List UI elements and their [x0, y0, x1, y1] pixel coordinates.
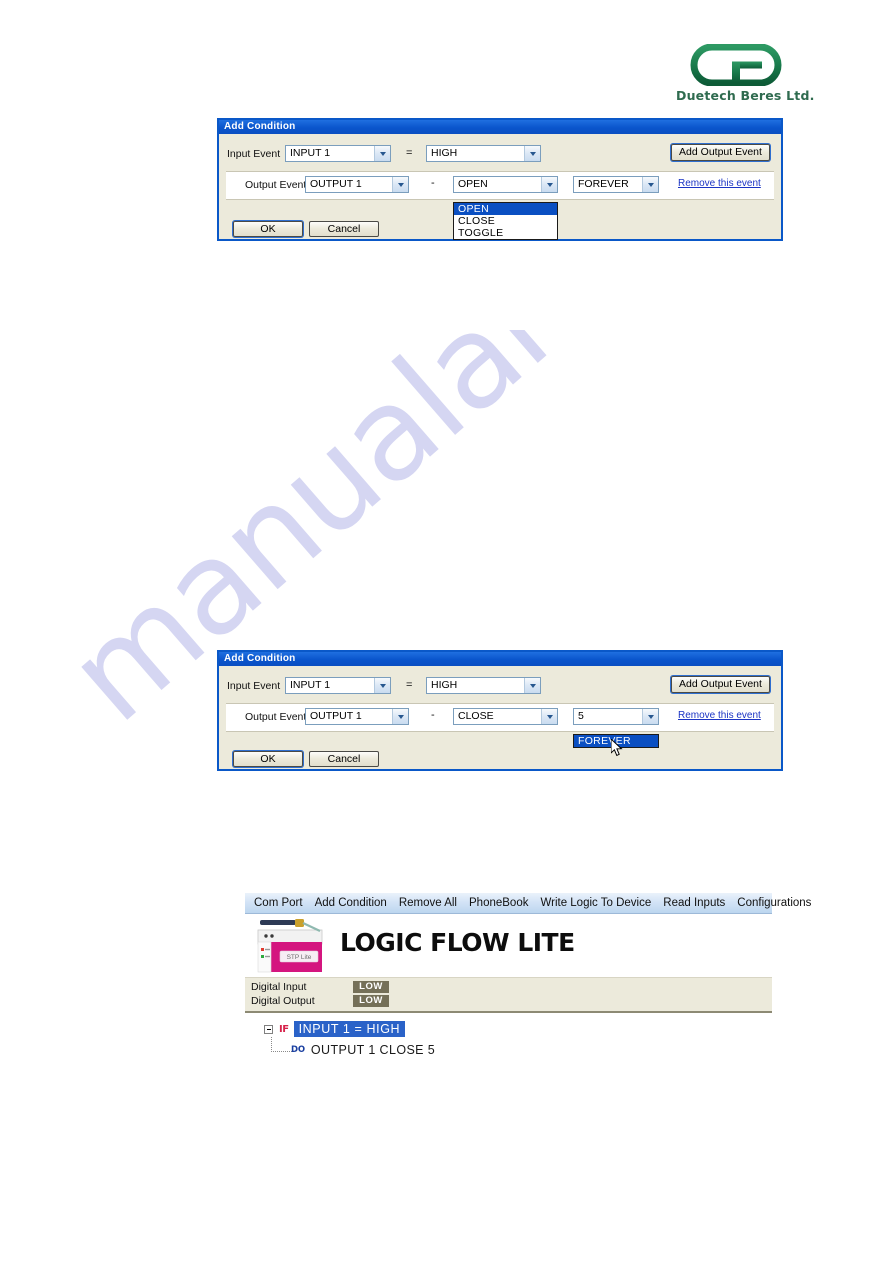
- cancel-button[interactable]: Cancel: [309, 751, 379, 767]
- tree-connector-line: [271, 1037, 292, 1052]
- ok-button[interactable]: OK: [233, 221, 303, 237]
- svg-text:STP Lite: STP Lite: [287, 954, 312, 961]
- ok-button[interactable]: OK: [233, 751, 303, 767]
- chevron-down-icon[interactable]: [374, 678, 390, 693]
- output-duration-combo[interactable]: FOREVER: [573, 176, 659, 193]
- tree-node-if[interactable]: IF INPUT 1 = HIGH: [264, 1021, 406, 1037]
- tree-node-do-label: OUTPUT 1 CLOSE 5: [310, 1043, 436, 1057]
- digital-output-status-badge: LOW: [353, 995, 389, 1007]
- dropdown-option-toggle[interactable]: TOGGLE: [454, 227, 557, 239]
- remove-this-event-link[interactable]: Remove this event: [678, 710, 761, 721]
- output-separator: -: [431, 709, 435, 721]
- dialog-titlebar: Add Condition: [219, 120, 781, 134]
- menu-item-write-logic-to-device[interactable]: Write Logic To Device: [534, 894, 657, 913]
- chevron-down-icon[interactable]: [541, 177, 557, 192]
- input-state-value: HIGH: [431, 679, 458, 691]
- tree-node-do[interactable]: DO OUTPUT 1 CLOSE 5: [291, 1042, 435, 1058]
- app-brand-header: STP Lite LOGIC FLOW LITE: [245, 914, 772, 977]
- output-target-combo[interactable]: OUTPUT 1: [305, 708, 409, 725]
- output-action-combo[interactable]: OPEN: [453, 176, 558, 193]
- input-source-combo[interactable]: INPUT 1: [285, 145, 391, 162]
- input-event-label: Input Event: [227, 148, 281, 160]
- chevron-down-icon[interactable]: [541, 709, 557, 724]
- app-title: LOGIC FLOW LITE: [340, 928, 575, 957]
- output-duration-value: FOREVER: [578, 178, 629, 190]
- menu-item-phonebook[interactable]: PhoneBook: [463, 894, 534, 913]
- add-output-event-button[interactable]: Add Output Event: [671, 144, 770, 161]
- chevron-down-icon[interactable]: [374, 146, 390, 161]
- company-name: Duetech Beres Ltd.: [676, 88, 815, 103]
- device-photo-icon: STP Lite: [257, 919, 323, 973]
- dropdown-option-close[interactable]: CLOSE: [454, 215, 557, 227]
- output-duration-value: 5: [578, 710, 584, 722]
- output-action-value: CLOSE: [458, 710, 494, 722]
- output-action-dropdown-list[interactable]: OPEN CLOSE TOGGLE: [453, 202, 558, 240]
- company-logo: Duetech Beres Ltd.: [676, 44, 815, 106]
- gb-monogram-icon: [690, 44, 782, 86]
- do-icon: DO: [291, 1045, 305, 1055]
- app-menubar: Com Port Add Condition Remove All PhoneB…: [245, 893, 811, 914]
- digital-input-status-badge: LOW: [353, 981, 389, 993]
- chevron-down-icon[interactable]: [524, 678, 540, 693]
- input-operator: =: [406, 147, 413, 159]
- page-watermark: manualarchive.com: [50, 330, 830, 890]
- menu-item-add-condition[interactable]: Add Condition: [309, 894, 393, 913]
- digital-input-label: Digital Input: [251, 981, 307, 993]
- input-state-combo[interactable]: HIGH: [426, 677, 541, 694]
- dialog-titlebar: Add Condition: [219, 652, 781, 666]
- tree-node-if-label: INPUT 1 = HIGH: [293, 1021, 406, 1037]
- output-target-combo[interactable]: OUTPUT 1: [305, 176, 409, 193]
- logic-tree-view[interactable]: IF INPUT 1 = HIGH DO OUTPUT 1 CLOSE 5: [245, 1013, 772, 1093]
- output-event-label: Output Event: [245, 179, 307, 191]
- chevron-down-icon[interactable]: [524, 146, 540, 161]
- dropdown-option-open[interactable]: OPEN: [454, 203, 557, 215]
- mouse-cursor-icon: [611, 739, 623, 757]
- digital-output-label: Digital Output: [251, 995, 315, 1007]
- output-duration-combo[interactable]: 5: [573, 708, 659, 725]
- input-state-combo[interactable]: HIGH: [426, 145, 541, 162]
- menu-item-com-port[interactable]: Com Port: [248, 894, 309, 913]
- output-event-row: Output Event OUTPUT 1 - CLOSE 5 Remove t…: [226, 703, 774, 732]
- menu-item-configurations[interactable]: Configurations: [731, 894, 817, 913]
- input-state-value: HIGH: [431, 147, 458, 159]
- output-event-label: Output Event: [245, 711, 307, 723]
- menu-item-read-inputs[interactable]: Read Inputs: [657, 894, 731, 913]
- chevron-down-icon[interactable]: [392, 709, 408, 724]
- chevron-down-icon[interactable]: [642, 177, 658, 192]
- cancel-button[interactable]: Cancel: [309, 221, 379, 237]
- input-event-row: Input Event INPUT 1 = HIGH Add Output Ev…: [219, 675, 781, 699]
- input-source-combo[interactable]: INPUT 1: [285, 677, 391, 694]
- input-event-row: Input Event INPUT 1 = HIGH Add Output Ev…: [219, 143, 781, 167]
- output-target-value: OUTPUT 1: [310, 178, 362, 190]
- input-operator: =: [406, 679, 413, 691]
- output-event-row: Output Event OUTPUT 1 - OPEN FOREVER Rem…: [226, 171, 774, 200]
- output-target-value: OUTPUT 1: [310, 710, 362, 722]
- menu-item-remove-all[interactable]: Remove All: [393, 894, 463, 913]
- logic-flow-lite-window: Com Port Add Condition Remove All PhoneB…: [245, 893, 811, 1093]
- output-separator: -: [431, 177, 435, 189]
- input-source-value: INPUT 1: [290, 147, 331, 159]
- collapse-toggle-icon[interactable]: [264, 1024, 273, 1034]
- add-output-event-button[interactable]: Add Output Event: [671, 676, 770, 693]
- remove-this-event-link[interactable]: Remove this event: [678, 178, 761, 189]
- app-status-panel: Digital Input LOW Digital Output LOW: [245, 977, 772, 1013]
- add-condition-dialog-2: Add Condition Input Event INPUT 1 = HIGH…: [217, 650, 783, 771]
- input-event-label: Input Event: [227, 680, 281, 692]
- if-icon: IF: [279, 1023, 289, 1035]
- add-condition-dialog-1: Add Condition Input Event INPUT 1 = HIGH…: [217, 118, 783, 241]
- output-action-value: OPEN: [458, 178, 488, 190]
- output-action-combo[interactable]: CLOSE: [453, 708, 558, 725]
- chevron-down-icon[interactable]: [642, 709, 658, 724]
- chevron-down-icon[interactable]: [392, 177, 408, 192]
- input-source-value: INPUT 1: [290, 679, 331, 691]
